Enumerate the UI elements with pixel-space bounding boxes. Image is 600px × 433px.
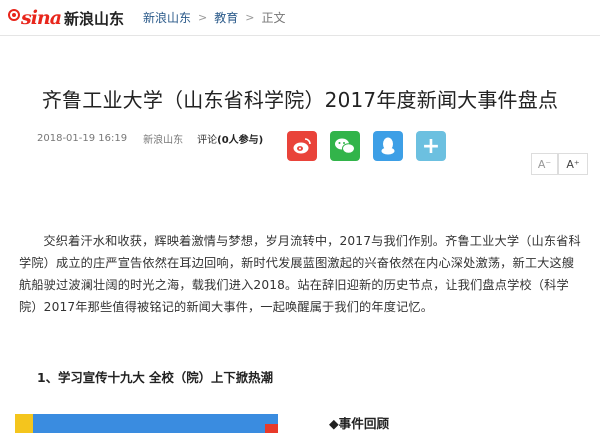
sina-logo[interactable]: sina 新浪山东	[8, 6, 124, 30]
image-blue-region	[33, 414, 278, 433]
font-larger-button[interactable]: A⁺	[558, 153, 588, 175]
qq-icon	[381, 137, 395, 155]
article-paragraph: 交织着汗水和收获，辉映着激情与梦想，岁月流转中，2017与我们作别。齐鲁工业大学…	[19, 234, 581, 314]
top-bar: sina 新浪山东 新浪山东 > 教育 > 正文	[0, 0, 600, 36]
article-image	[15, 414, 278, 433]
weibo-icon	[293, 138, 311, 154]
event-heading: ◆事件回顾	[329, 416, 390, 431]
article-source[interactable]: 新浪山东	[143, 131, 183, 146]
section-heading: 1、学习宣传十九大 全校（院）上下掀热潮	[37, 370, 273, 385]
article-title: 齐鲁工业大学（山东省科学院）2017年度新闻大事件盘点	[41, 88, 559, 112]
breadcrumb-separator: >	[198, 11, 208, 24]
logo-brand: sina	[21, 7, 62, 29]
plus-icon: +	[421, 133, 441, 159]
share-qq-button[interactable]	[373, 131, 403, 161]
comment-label: 评论	[197, 135, 218, 146]
breadcrumb-current: 正文	[261, 11, 286, 25]
article-meta: 2018-01-19 16:19 新浪山东 评论(0人参与)	[37, 131, 263, 146]
comment-count: (0人参与)	[217, 135, 264, 146]
breadcrumb-education[interactable]: 教育	[214, 9, 238, 26]
wechat-icon	[335, 138, 355, 154]
comment-link[interactable]: 评论(0人参与)	[197, 131, 263, 146]
breadcrumb: 新浪山东 > 教育 > 正文	[143, 9, 285, 26]
sina-eye-icon	[8, 9, 20, 21]
share-wechat-button[interactable]	[330, 131, 360, 161]
share-more-button[interactable]: +	[416, 131, 446, 161]
breadcrumb-separator: >	[245, 11, 255, 24]
image-red-region	[265, 424, 278, 433]
share-weibo-button[interactable]	[287, 131, 317, 161]
font-smaller-button[interactable]: A⁻	[531, 153, 558, 175]
logo-site-name: 新浪山东	[64, 9, 125, 28]
publish-date: 2018-01-19 16:19	[37, 133, 128, 144]
breadcrumb-home[interactable]: 新浪山东	[143, 9, 191, 26]
